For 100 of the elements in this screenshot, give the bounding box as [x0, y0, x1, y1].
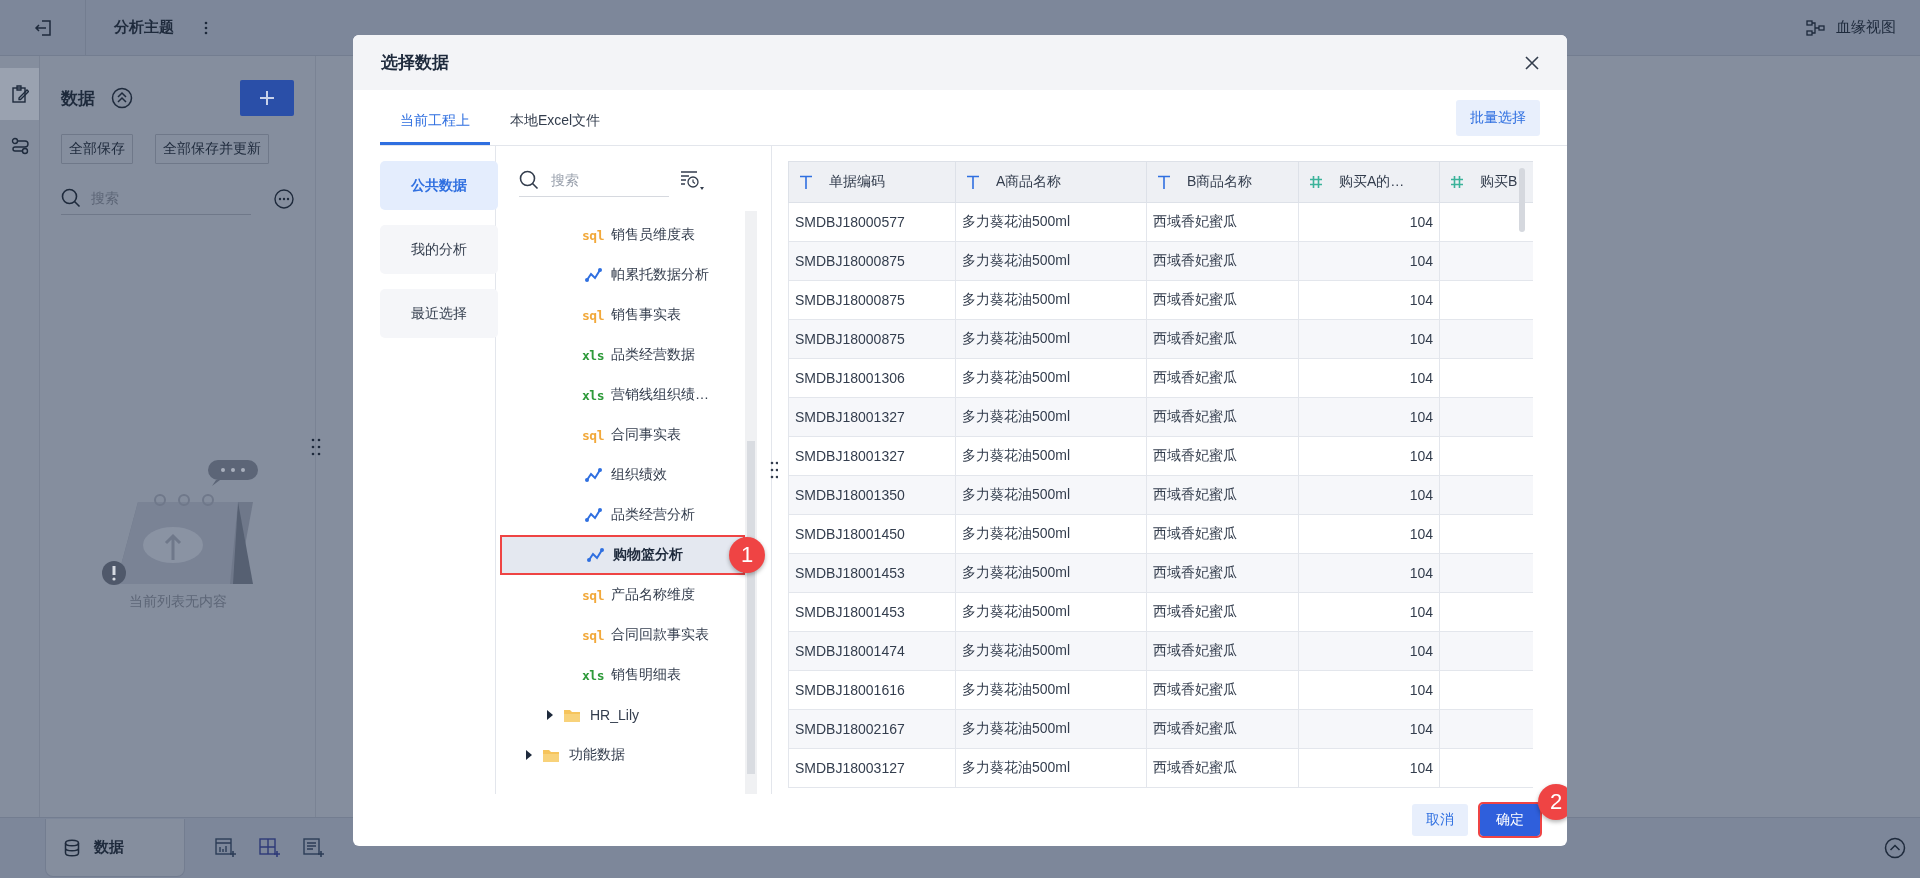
- tree-item[interactable]: 品类经营分析: [500, 495, 745, 535]
- item-label: 功能数据: [569, 746, 625, 764]
- table-cell: 104: [1298, 514, 1440, 554]
- table-cell: 西域香妃蜜瓜: [1146, 436, 1299, 476]
- save-button[interactable]: 全部保存: [61, 134, 133, 164]
- item-label: 组织绩效: [611, 466, 667, 484]
- tree-item[interactable]: sql 合同回款事实表: [500, 615, 745, 655]
- item-label: 合同事实表: [611, 426, 681, 444]
- collapse-icon[interactable]: [111, 87, 133, 109]
- sort-history-icon[interactable]: [679, 169, 705, 192]
- column-header[interactable]: 单据编码: [788, 161, 956, 203]
- scrollbar[interactable]: [1519, 168, 1525, 232]
- category-button[interactable]: 我的分析: [380, 225, 498, 274]
- table-cell: 多力葵花油500ml: [955, 475, 1147, 515]
- confirm-button[interactable]: 确定: [1480, 804, 1540, 836]
- batch-select-button[interactable]: 批量选择: [1456, 99, 1540, 136]
- table-cell: 多力葵花油500ml: [955, 670, 1147, 710]
- tree-item[interactable]: sql 产品名称维度: [500, 575, 745, 615]
- lineage-icon: [1806, 19, 1826, 36]
- table-cell: SMDBJ18002167: [788, 709, 956, 749]
- column-header[interactable]: 购买B: [1439, 161, 1533, 203]
- add-dashboard-icon[interactable]: [259, 838, 281, 858]
- trend-icon: [584, 507, 602, 523]
- plus-icon: [259, 90, 275, 106]
- flow-icon: [10, 137, 29, 155]
- table-cell: 多力葵花油500ml: [955, 202, 1147, 242]
- table-cell: 西域香妃蜜瓜: [1146, 553, 1299, 593]
- table-cell: 多力葵花油500ml: [955, 514, 1147, 554]
- expand-up-icon[interactable]: [1884, 837, 1906, 859]
- sql-icon: sql: [582, 627, 604, 643]
- table-cell: 西域香妃蜜瓜: [1146, 280, 1299, 320]
- table-cell: 西域香妃蜜瓜: [1146, 475, 1299, 515]
- column-header[interactable]: A商品名称: [955, 161, 1147, 203]
- tree-item[interactable]: 帕累托数据分析: [500, 255, 745, 295]
- table-cell: SMDBJ18003127: [788, 748, 956, 788]
- table-cell: 西域香妃蜜瓜: [1146, 358, 1299, 398]
- table-cell: 104: [1298, 436, 1440, 476]
- item-label: 销售事实表: [611, 306, 681, 324]
- tree-item[interactable]: xls 营销线组织绩…: [500, 375, 745, 415]
- tree-item[interactable]: sql 合同事实表: [500, 415, 745, 455]
- drag-handle-icon[interactable]: [770, 461, 778, 479]
- tab[interactable]: 本地Excel文件: [490, 112, 621, 145]
- table-cell: 104: [1298, 592, 1440, 632]
- table-cell: SMDBJ18001327: [788, 397, 956, 437]
- tree-item[interactable]: 功能数据: [500, 735, 745, 775]
- table-cell: SMDBJ18000875: [788, 319, 956, 359]
- drag-handle-icon[interactable]: [311, 438, 321, 456]
- caret-icon: [525, 750, 533, 760]
- table-cell: 西域香妃蜜瓜: [1146, 241, 1299, 281]
- data-tab[interactable]: 数据: [45, 819, 185, 877]
- table-cell: SMDBJ18001306: [788, 358, 956, 398]
- more-vertical-icon[interactable]: [204, 20, 208, 35]
- xls-icon: xls: [582, 387, 604, 403]
- table-cell: 多力葵花油500ml: [955, 592, 1147, 632]
- database-icon: [64, 838, 80, 857]
- search-input[interactable]: 搜索: [549, 171, 663, 189]
- tree-item[interactable]: xls 品类经营数据: [500, 335, 745, 375]
- table-cell: 104: [1298, 241, 1440, 281]
- save-button[interactable]: 全部保存并更新: [155, 134, 269, 164]
- table-cell: 西域香妃蜜瓜: [1146, 202, 1299, 242]
- more-icon[interactable]: [274, 188, 294, 209]
- table-cell: 多力葵花油500ml: [955, 709, 1147, 749]
- step-marker: 1: [729, 537, 765, 573]
- folder-icon: [542, 747, 560, 763]
- table-cell: SMDBJ18001453: [788, 592, 956, 632]
- tree-item[interactable]: xls 销售明细表: [500, 655, 745, 695]
- cancel-button[interactable]: 取消: [1412, 804, 1468, 836]
- page-title: 分析主题: [114, 18, 174, 37]
- hash-icon: [1309, 175, 1323, 189]
- column-header[interactable]: 购买A的…: [1298, 161, 1440, 203]
- item-label: 销售明细表: [611, 666, 681, 684]
- item-label: HR_Lily: [590, 707, 639, 723]
- folder-icon: [563, 707, 581, 723]
- column-header[interactable]: B商品名称: [1146, 161, 1299, 203]
- add-report-icon[interactable]: [303, 838, 325, 858]
- category-button[interactable]: 最近选择: [380, 289, 498, 338]
- table-cell: SMDBJ18001616: [788, 670, 956, 710]
- table-cell: 西域香妃蜜瓜: [1146, 319, 1299, 359]
- sidebar-tab[interactable]: [0, 68, 39, 120]
- tab[interactable]: 当前工程上: [380, 112, 490, 145]
- table-cell: 104: [1298, 358, 1440, 398]
- close-icon[interactable]: [1525, 55, 1539, 70]
- category-button[interactable]: 公共数据: [380, 161, 498, 210]
- add-button[interactable]: [240, 80, 294, 116]
- tree-item[interactable]: sql 销售员维度表: [500, 215, 745, 255]
- search-icon: [61, 188, 81, 208]
- table-cell: 西域香妃蜜瓜: [1146, 631, 1299, 671]
- trend-icon: [584, 267, 602, 283]
- table-cell: 104: [1298, 397, 1440, 437]
- add-chart-icon[interactable]: [215, 838, 237, 858]
- exit-icon[interactable]: [33, 18, 52, 37]
- tree-item[interactable]: sql 销售事实表: [500, 295, 745, 335]
- tree-item[interactable]: 组织绩效: [500, 455, 745, 495]
- table-cell: 多力葵花油500ml: [955, 280, 1147, 320]
- table-cell: 104: [1298, 319, 1440, 359]
- lineage-link[interactable]: 血缘视图: [1806, 18, 1896, 37]
- tree-item[interactable]: HR_Lily: [500, 695, 745, 735]
- sql-icon: sql: [582, 227, 604, 243]
- table-cell: 西域香妃蜜瓜: [1146, 397, 1299, 437]
- xls-icon: xls: [582, 347, 604, 363]
